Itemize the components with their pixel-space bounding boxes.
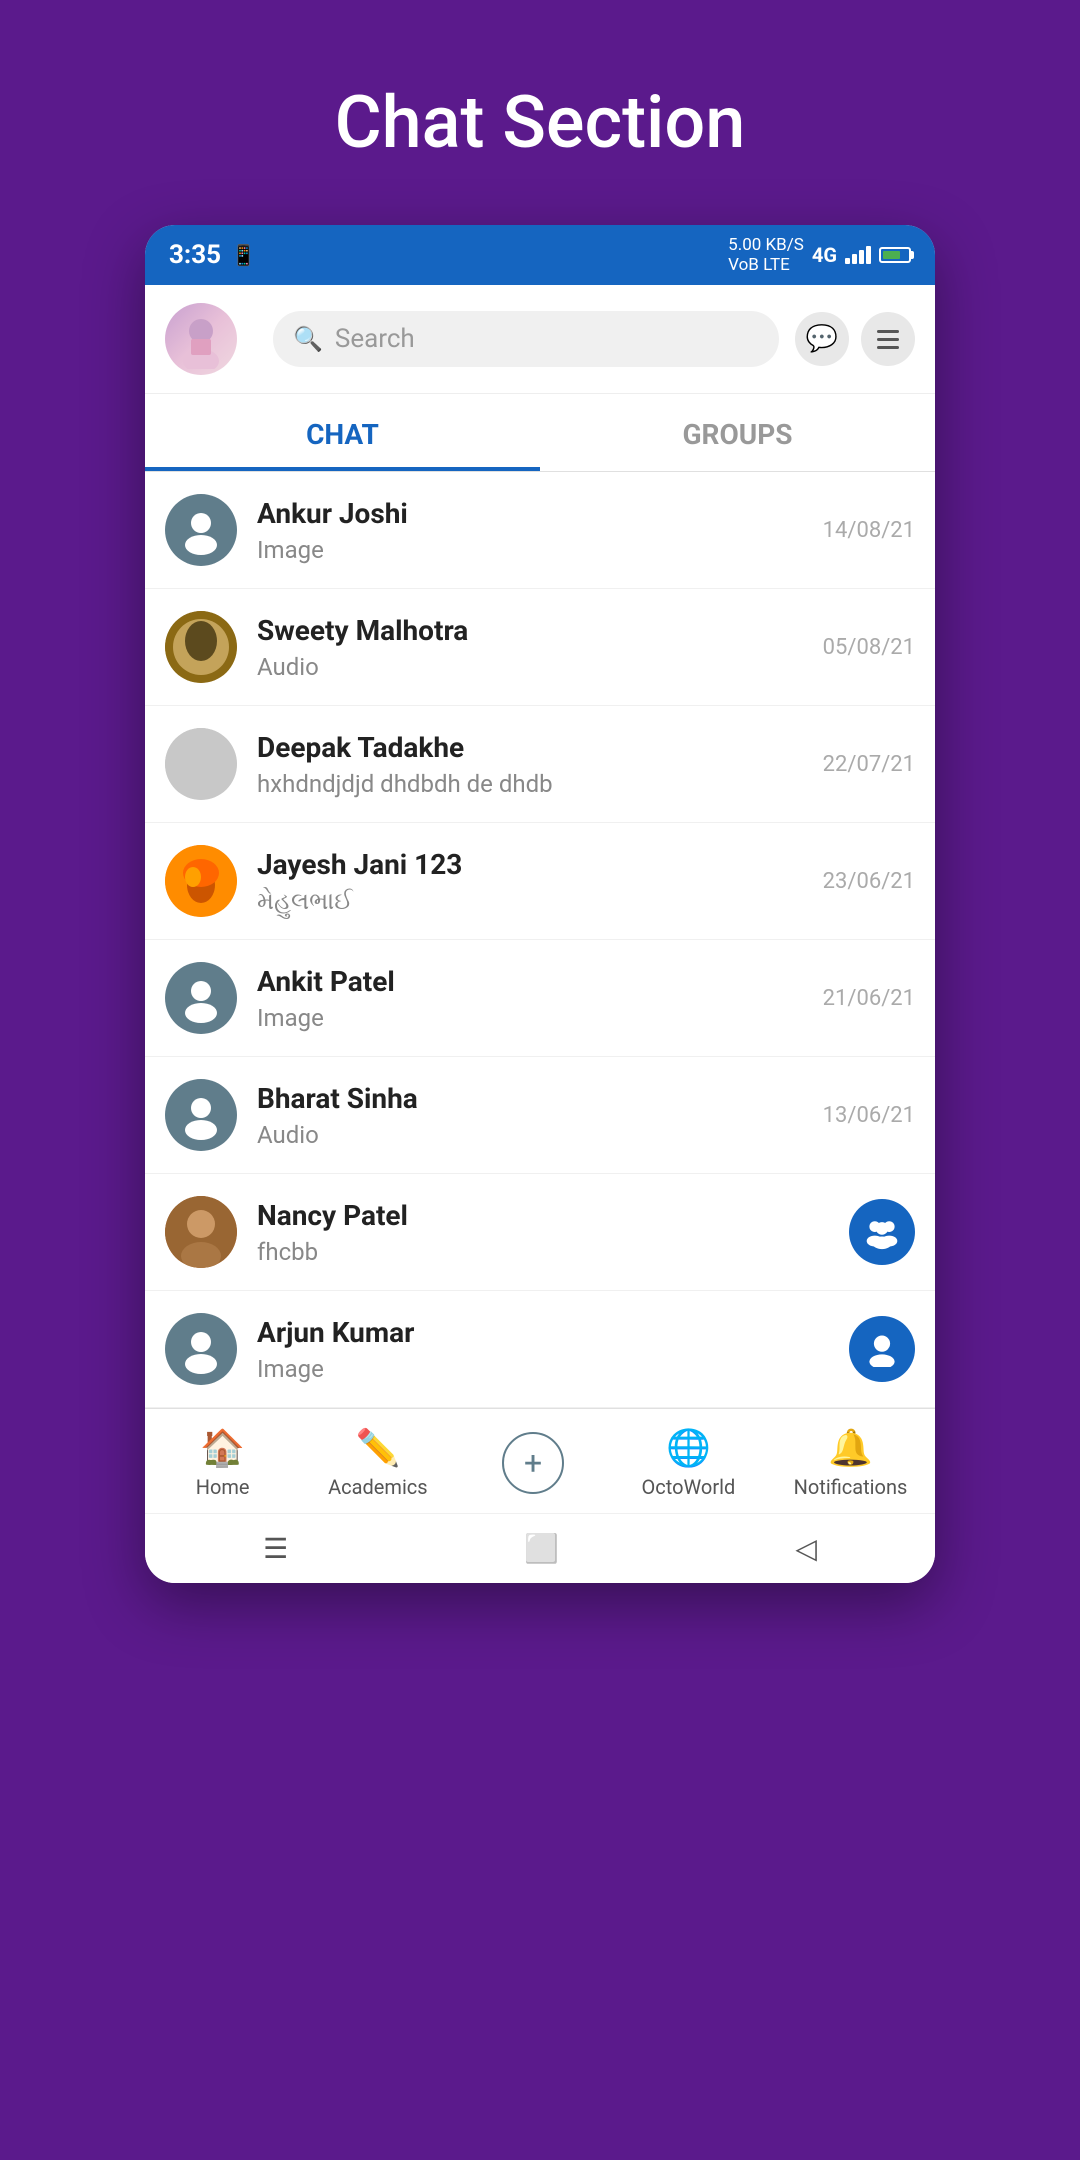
chat-item[interactable]: Arjun Kumar Image: [145, 1291, 935, 1408]
chat-preview: fhcbb: [257, 1238, 849, 1266]
person-fab-button[interactable]: [849, 1316, 915, 1382]
chat-info: Nancy Patel fhcbb: [257, 1199, 849, 1266]
person-icon: [165, 1313, 237, 1385]
notifications-icon: 🔔: [828, 1427, 873, 1469]
tab-chat[interactable]: CHAT: [145, 394, 540, 471]
chat-item[interactable]: Ankur Joshi Image 14/08/21: [145, 472, 935, 589]
status-bar-left: 3:35 📱: [169, 240, 256, 270]
add-icon: +: [502, 1432, 564, 1494]
chat-preview: Image: [257, 536, 823, 564]
chat-item[interactable]: Ankit Patel Image 21/06/21: [145, 940, 935, 1057]
network-type: 4G: [812, 243, 837, 267]
new-chat-button[interactable]: 💬: [795, 312, 849, 366]
chat-info: Sweety Malhotra Audio: [257, 614, 823, 681]
header: 🔍 Search 💬: [145, 285, 935, 394]
avatar: [165, 494, 237, 566]
network-speed: 5.00 KB/S VoB LTE: [728, 235, 804, 276]
chat-name: Sweety Malhotra: [257, 614, 823, 647]
chat-bubble-icon: 💬: [806, 324, 838, 354]
nav-academics-label: Academics: [328, 1475, 427, 1499]
android-menu-button[interactable]: ☰: [263, 1532, 288, 1565]
avatar: [165, 845, 237, 917]
chat-date: 21/06/21: [823, 986, 915, 1011]
home-icon: 🏠: [200, 1427, 245, 1469]
chat-preview: Image: [257, 1355, 849, 1383]
header-icons: 💬: [795, 312, 915, 366]
nav-home-label: Home: [196, 1475, 250, 1499]
menu-button[interactable]: [861, 312, 915, 366]
phone-frame: 3:35 📱 5.00 KB/S VoB LTE 4G: [145, 225, 935, 1583]
chat-date: 14/08/21: [823, 518, 915, 543]
chat-preview: Audio: [257, 653, 823, 681]
group-fab-button[interactable]: [849, 1199, 915, 1265]
chat-info: Arjun Kumar Image: [257, 1316, 849, 1383]
chat-name: Bharat Sinha: [257, 1082, 823, 1115]
avatar: [165, 1196, 237, 1268]
chat-name: Ankit Patel: [257, 965, 823, 998]
chat-preview: Audio: [257, 1121, 823, 1149]
chat-item[interactable]: Sweety Malhotra Audio 05/08/21: [145, 589, 935, 706]
status-bar-right: 5.00 KB/S VoB LTE 4G: [728, 235, 911, 276]
battery-icon: [879, 247, 911, 263]
hamburger-icon: [877, 330, 899, 349]
chat-name: Nancy Patel: [257, 1199, 849, 1232]
avatar: [165, 1313, 237, 1385]
chat-name: Arjun Kumar: [257, 1316, 849, 1349]
nav-home[interactable]: 🏠 Home: [173, 1427, 273, 1499]
nav-notifications[interactable]: 🔔 Notifications: [794, 1427, 908, 1499]
chat-info: Ankit Patel Image: [257, 965, 823, 1032]
tab-groups[interactable]: GROUPS: [540, 394, 935, 471]
chat-date: 23/06/21: [823, 869, 915, 894]
chat-info: Deepak Tadakhe hxhdndjdjd dhdbdh de dhdb: [257, 731, 823, 798]
person-icon: [165, 1079, 237, 1151]
tabs: CHAT GROUPS: [145, 394, 935, 472]
search-bar[interactable]: 🔍 Search: [273, 311, 779, 367]
chat-item[interactable]: Jayesh Jani 123 મેહુલભાઈ 23/06/21: [145, 823, 935, 940]
profile-image: [165, 303, 237, 375]
chat-name: Jayesh Jani 123: [257, 848, 823, 881]
search-icon: 🔍: [293, 325, 323, 353]
chat-name: Deepak Tadakhe: [257, 731, 823, 764]
chat-item[interactable]: Deepak Tadakhe hxhdndjdjd dhdbdh de dhdb…: [145, 706, 935, 823]
avatar: [165, 728, 237, 800]
page-title: Chat Section: [335, 80, 746, 165]
chat-date: 22/07/21: [823, 752, 915, 777]
chat-item[interactable]: Bharat Sinha Audio 13/06/21: [145, 1057, 935, 1174]
status-time: 3:35: [169, 240, 221, 270]
chat-info: Ankur Joshi Image: [257, 497, 823, 564]
avatar[interactable]: [165, 303, 237, 375]
android-home-button[interactable]: ⬜: [524, 1532, 559, 1565]
person-icon: [165, 494, 237, 566]
nav-notifications-label: Notifications: [794, 1475, 908, 1499]
sim-icon: 📱: [231, 243, 256, 267]
avatar: [165, 611, 237, 683]
android-nav-bar: ☰ ⬜ ◁: [145, 1513, 935, 1583]
chat-preview: Image: [257, 1004, 823, 1032]
chat-list: Ankur Joshi Image 14/08/21 Sweety Malhot…: [145, 472, 935, 1408]
person-icon: [165, 962, 237, 1034]
chat-info: Jayesh Jani 123 મેહુલભાઈ: [257, 848, 823, 915]
nav-academics[interactable]: ✏️ Academics: [328, 1427, 428, 1499]
signal-icon: [845, 246, 871, 264]
nav-octoworld-label: OctoWorld: [642, 1475, 736, 1499]
avatar: [165, 1079, 237, 1151]
chat-preview: મેહુલભાઈ: [257, 887, 823, 915]
chat-item[interactable]: Nancy Patel fhcbb: [145, 1174, 935, 1291]
avatar: [165, 962, 237, 1034]
status-bar: 3:35 📱 5.00 KB/S VoB LTE 4G: [145, 225, 935, 285]
android-back-button[interactable]: ◁: [795, 1532, 817, 1565]
search-placeholder: Search: [335, 324, 415, 354]
academics-icon: ✏️: [355, 1427, 400, 1469]
chat-name: Ankur Joshi: [257, 497, 823, 530]
bottom-nav: 🏠 Home ✏️ Academics + 🌐 OctoWorld 🔔 Noti…: [145, 1408, 935, 1513]
nav-add[interactable]: +: [483, 1432, 583, 1494]
octoworld-icon: 🌐: [666, 1427, 711, 1469]
chat-date: 05/08/21: [823, 635, 915, 660]
chat-info: Bharat Sinha Audio: [257, 1082, 823, 1149]
chat-date: 13/06/21: [823, 1103, 915, 1128]
chat-preview: hxhdndjdjd dhdbdh de dhdb: [257, 770, 823, 798]
nav-octoworld[interactable]: 🌐 OctoWorld: [638, 1427, 738, 1499]
